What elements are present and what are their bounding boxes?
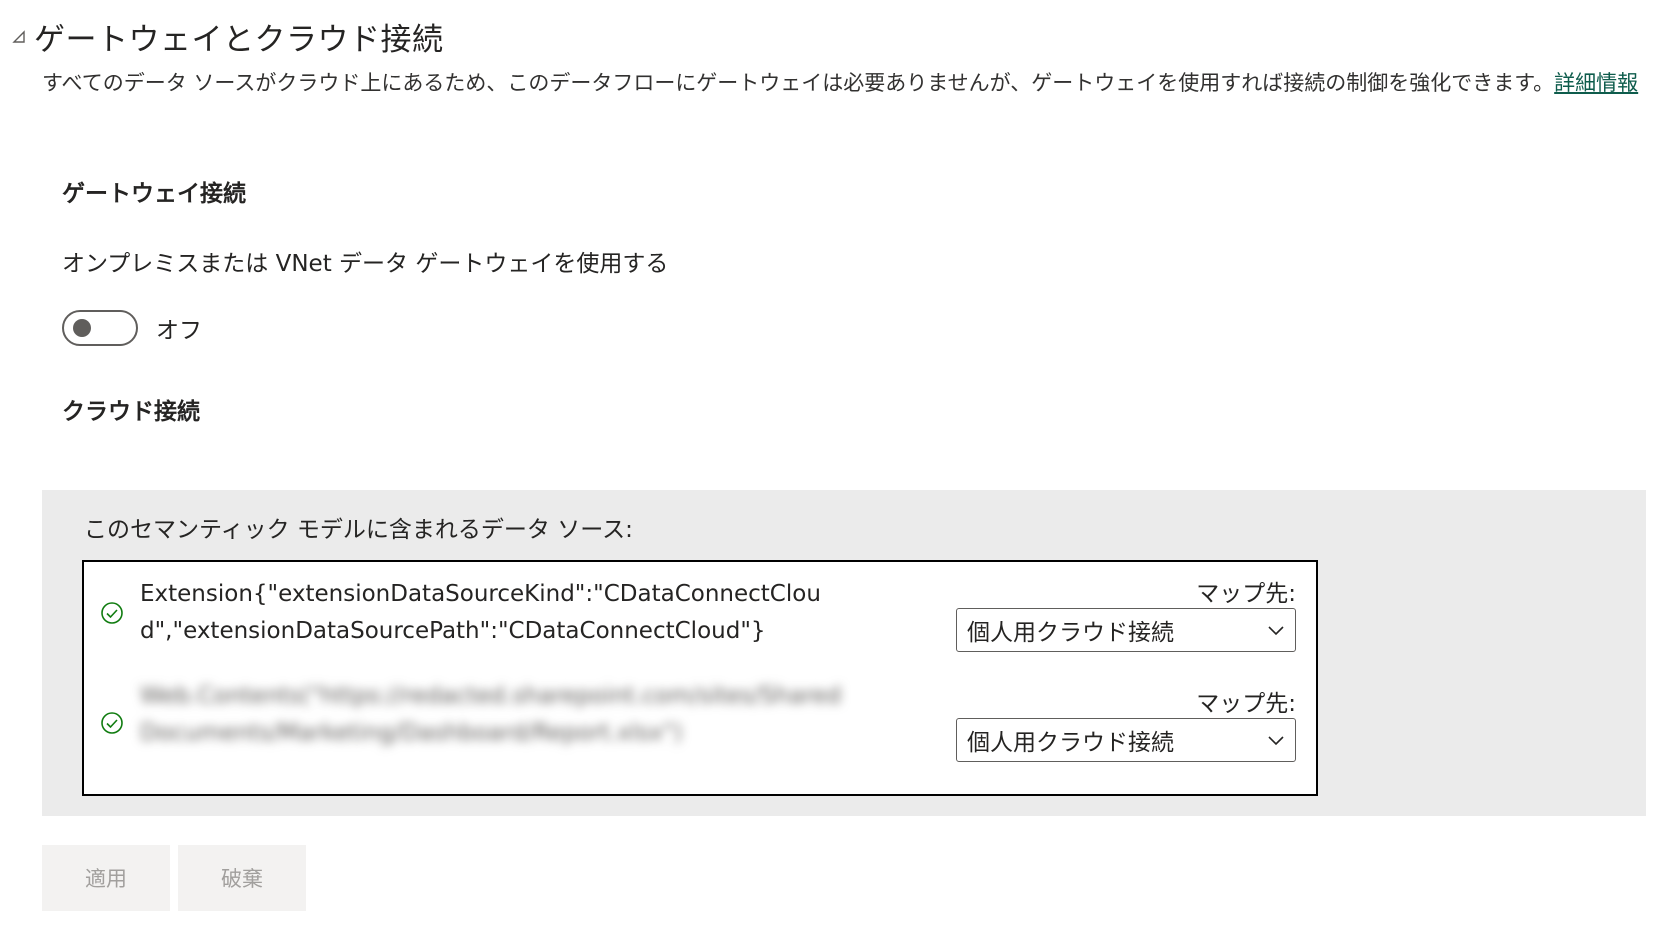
map-to-value: 個人用クラウド接続 <box>967 620 1174 646</box>
section-title: ゲートウェイとクラウド接続 <box>34 22 444 58</box>
gateway-toggle[interactable] <box>62 310 138 346</box>
check-circle-icon <box>100 711 124 735</box>
description-text: すべてのデータ ソースがクラウド上にあるため、このデータフローにゲートウェイは必… <box>42 71 1555 95</box>
map-to-label: マップ先: <box>1196 691 1296 717</box>
cloud-connections-panel: このセマンティック モデルに含まれるデータ ソース: Extension{"ex… <box>42 490 1646 816</box>
gateway-heading: ゲートウェイ接続 <box>62 181 246 207</box>
data-sources-list: Extension{"extensionDataSourceKind":"CDa… <box>82 560 1318 796</box>
toggle-knob <box>73 319 91 337</box>
chevron-down-icon <box>1261 615 1291 645</box>
map-to-label: マップ先: <box>1196 581 1296 607</box>
gateway-toggle-row: オフ <box>62 310 202 346</box>
toggle-state-text: オフ <box>156 318 202 344</box>
data-source-name: Web.Contents("https://redacted.sharepoin… <box>140 683 842 746</box>
triangle-collapse-icon[interactable] <box>8 26 30 48</box>
data-source-row: Extension{"extensionDataSourceKind":"CDa… <box>84 568 1316 678</box>
apply-button[interactable]: 適用 <box>42 845 170 911</box>
map-to-dropdown[interactable]: 個人用クラウド接続 <box>956 718 1296 762</box>
chevron-down-icon <box>1261 725 1291 755</box>
gateway-toggle-label: オンプレミスまたは VNet データ ゲートウェイを使用する <box>62 251 669 277</box>
data-source-name: Extension{"extensionDataSourceKind":"CDa… <box>140 581 821 644</box>
cloud-heading: クラウド接続 <box>62 399 200 425</box>
gateway-cloud-settings-page: ゲートウェイとクラウド接続 すべてのデータ ソースがクラウド上にあるため、このデ… <box>0 0 1656 934</box>
check-circle-icon <box>100 601 124 625</box>
section-header[interactable]: ゲートウェイとクラウド接続 <box>8 14 444 59</box>
data-source-row: Web.Contents("https://redacted.sharepoin… <box>84 678 1316 788</box>
description: すべてのデータ ソースがクラウド上にあるため、このデータフローにゲートウェイは必… <box>42 66 1642 101</box>
data-sources-caption: このセマンティック モデルに含まれるデータ ソース: <box>84 517 633 543</box>
discard-button[interactable]: 破棄 <box>178 845 306 911</box>
map-to-value: 個人用クラウド接続 <box>967 730 1174 756</box>
learn-more-link[interactable]: 詳細情報 <box>1554 71 1638 95</box>
map-to-dropdown[interactable]: 個人用クラウド接続 <box>956 608 1296 652</box>
